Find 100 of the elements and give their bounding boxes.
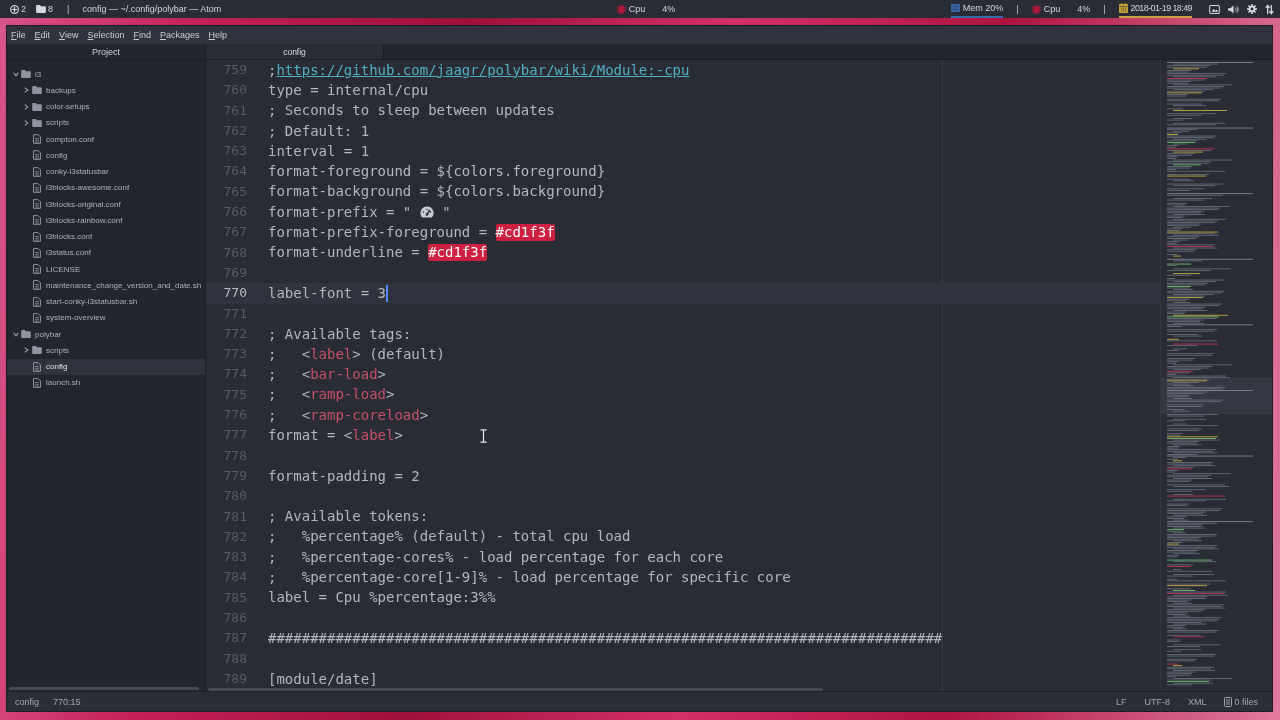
file-icon xyxy=(33,231,41,242)
tag-name: bar-load xyxy=(310,366,378,384)
encoding[interactable]: UTF-8 xyxy=(1140,696,1174,707)
menu-item[interactable]: Selection xyxy=(85,28,127,42)
menu-item[interactable]: Packages xyxy=(157,28,202,42)
menu-item[interactable]: File xyxy=(9,28,28,42)
tab[interactable]: config xyxy=(206,44,384,59)
code-text: label-font = 3 xyxy=(268,284,386,302)
code-text: ; Seconds to sleep between updates xyxy=(268,102,555,120)
code-text: ; Available tokens: xyxy=(268,508,429,526)
workspace-button[interactable]: 8 xyxy=(36,4,54,14)
tree-item[interactable]: start-conky-i3statusbar.sh xyxy=(7,293,205,310)
tag-name: ramp-load xyxy=(310,386,386,404)
tree-item[interactable]: i3blocks-awesome.conf xyxy=(7,179,205,196)
volume-icon[interactable] xyxy=(1228,4,1239,14)
module-label: Cpu xyxy=(628,4,646,14)
tree-item[interactable]: i3blocks-rainbow.conf xyxy=(7,212,205,229)
grammar[interactable]: XML xyxy=(1183,696,1211,707)
gauge-icon xyxy=(419,205,434,218)
folder-icon xyxy=(32,86,42,95)
horizontal-scrollbar[interactable] xyxy=(9,687,199,690)
separator: | xyxy=(67,4,70,14)
document-icon xyxy=(1224,696,1233,707)
file-path[interactable]: config xyxy=(11,696,44,707)
tree-item[interactable]: config xyxy=(7,358,205,375)
tree-item[interactable]: backups xyxy=(7,82,205,99)
window-title: config — ~/.config/polybar — Atom xyxy=(82,4,222,14)
code-text: ; < xyxy=(268,406,311,424)
separator: | xyxy=(1103,4,1106,14)
code-text: > (default) xyxy=(352,345,446,363)
tree-item[interactable]: color-setups xyxy=(7,98,205,115)
tree-item[interactable]: conky-i3statusbar xyxy=(7,163,205,180)
tree-item[interactable]: system-overview xyxy=(7,309,205,326)
code-text: > xyxy=(377,366,387,384)
tree-item[interactable]: maintenance_change_version_and_date.sh xyxy=(7,277,205,294)
text-cursor xyxy=(386,284,388,302)
panel-title: Project xyxy=(92,46,120,57)
code-text: interval = 1 xyxy=(268,142,370,160)
folder-icon xyxy=(21,70,31,79)
module-label: Mem 20% xyxy=(962,3,1004,13)
code-text: format-background = ${colors.background} xyxy=(268,183,606,201)
code-text: type = internal/cpu xyxy=(268,81,429,99)
cursor-position[interactable]: 770:15 xyxy=(49,696,85,707)
tree-item[interactable]: polybar xyxy=(7,326,205,343)
file-icon xyxy=(33,280,41,291)
file-icon xyxy=(33,150,41,161)
menu-item[interactable]: Help xyxy=(206,28,230,42)
i-beam-pointer-icon xyxy=(480,429,487,443)
line-ending[interactable]: LF xyxy=(1111,696,1131,707)
file-icon xyxy=(33,361,41,372)
files-count[interactable]: 0 files xyxy=(1220,696,1262,707)
file-icon xyxy=(33,215,41,226)
module-value: 4% xyxy=(662,4,676,14)
separator: | xyxy=(1016,4,1019,14)
code-text: format-padding = 2 xyxy=(268,467,420,485)
code-text: ; < xyxy=(268,386,311,404)
file-icon xyxy=(33,199,41,210)
code-text: format-foreground = ${colors.foreground} xyxy=(268,163,606,181)
tag-name: label xyxy=(310,345,353,363)
tree-item[interactable]: compton.conf xyxy=(7,131,205,148)
file-icon xyxy=(33,134,41,145)
workspace-button[interactable]: 2 xyxy=(10,4,26,14)
code-text: ################################################################################ xyxy=(268,629,943,647)
crosshair-icon xyxy=(10,4,19,14)
tree-item[interactable]: LICENSE xyxy=(7,261,205,278)
code-text: ; < xyxy=(268,345,311,363)
code-text: label = Cpu %percentage:3%% xyxy=(268,589,496,607)
tree-item[interactable]: i3blocks.conf xyxy=(7,228,205,245)
image-icon[interactable] xyxy=(1209,4,1220,14)
file-icon xyxy=(33,247,41,258)
tag-name: label xyxy=(352,427,395,444)
tree-item[interactable]: i3status.conf xyxy=(7,244,205,261)
menu-item[interactable]: Find xyxy=(131,28,153,42)
folder-icon xyxy=(36,5,46,13)
tree-item[interactable]: i3 xyxy=(7,66,205,83)
code-text: [module/date] xyxy=(268,670,378,688)
folder-icon xyxy=(21,330,31,339)
file-icon xyxy=(33,182,41,193)
tree-item[interactable]: launch.sh xyxy=(7,374,205,391)
code-text: > xyxy=(419,406,429,424)
link[interactable]: https://github.com/jaagr/polybar/wiki/Module:-cpu xyxy=(276,61,690,79)
code-text: ; Available tags: xyxy=(268,325,412,343)
tree-item[interactable]: config xyxy=(7,147,205,164)
code-text: ; %percentage-cores% - load percentage for each core xyxy=(268,548,724,566)
settings-icon[interactable] xyxy=(1247,4,1257,14)
menu-item[interactable]: View xyxy=(57,28,81,42)
tree-item[interactable]: i3blocks-original.conf xyxy=(7,196,205,213)
tree-item[interactable]: scripts xyxy=(7,342,205,359)
tag-name: ramp-coreload xyxy=(310,406,420,424)
tree-item[interactable]: scripts xyxy=(7,114,205,131)
folder-icon xyxy=(32,346,42,355)
menu-item[interactable]: Edit xyxy=(32,28,53,42)
code-text: " xyxy=(441,203,451,221)
code-text: format-prefix = " xyxy=(268,203,413,221)
code-text: ; Default: 1 xyxy=(268,122,370,140)
code-text: ; %percentage-core[1-9]% - load percentage for specific core xyxy=(268,569,791,587)
up-down-arrows-icon[interactable] xyxy=(1265,3,1274,15)
folder-icon xyxy=(32,102,42,111)
code-text: ; < xyxy=(268,366,311,384)
code-text: ; xyxy=(268,61,277,79)
